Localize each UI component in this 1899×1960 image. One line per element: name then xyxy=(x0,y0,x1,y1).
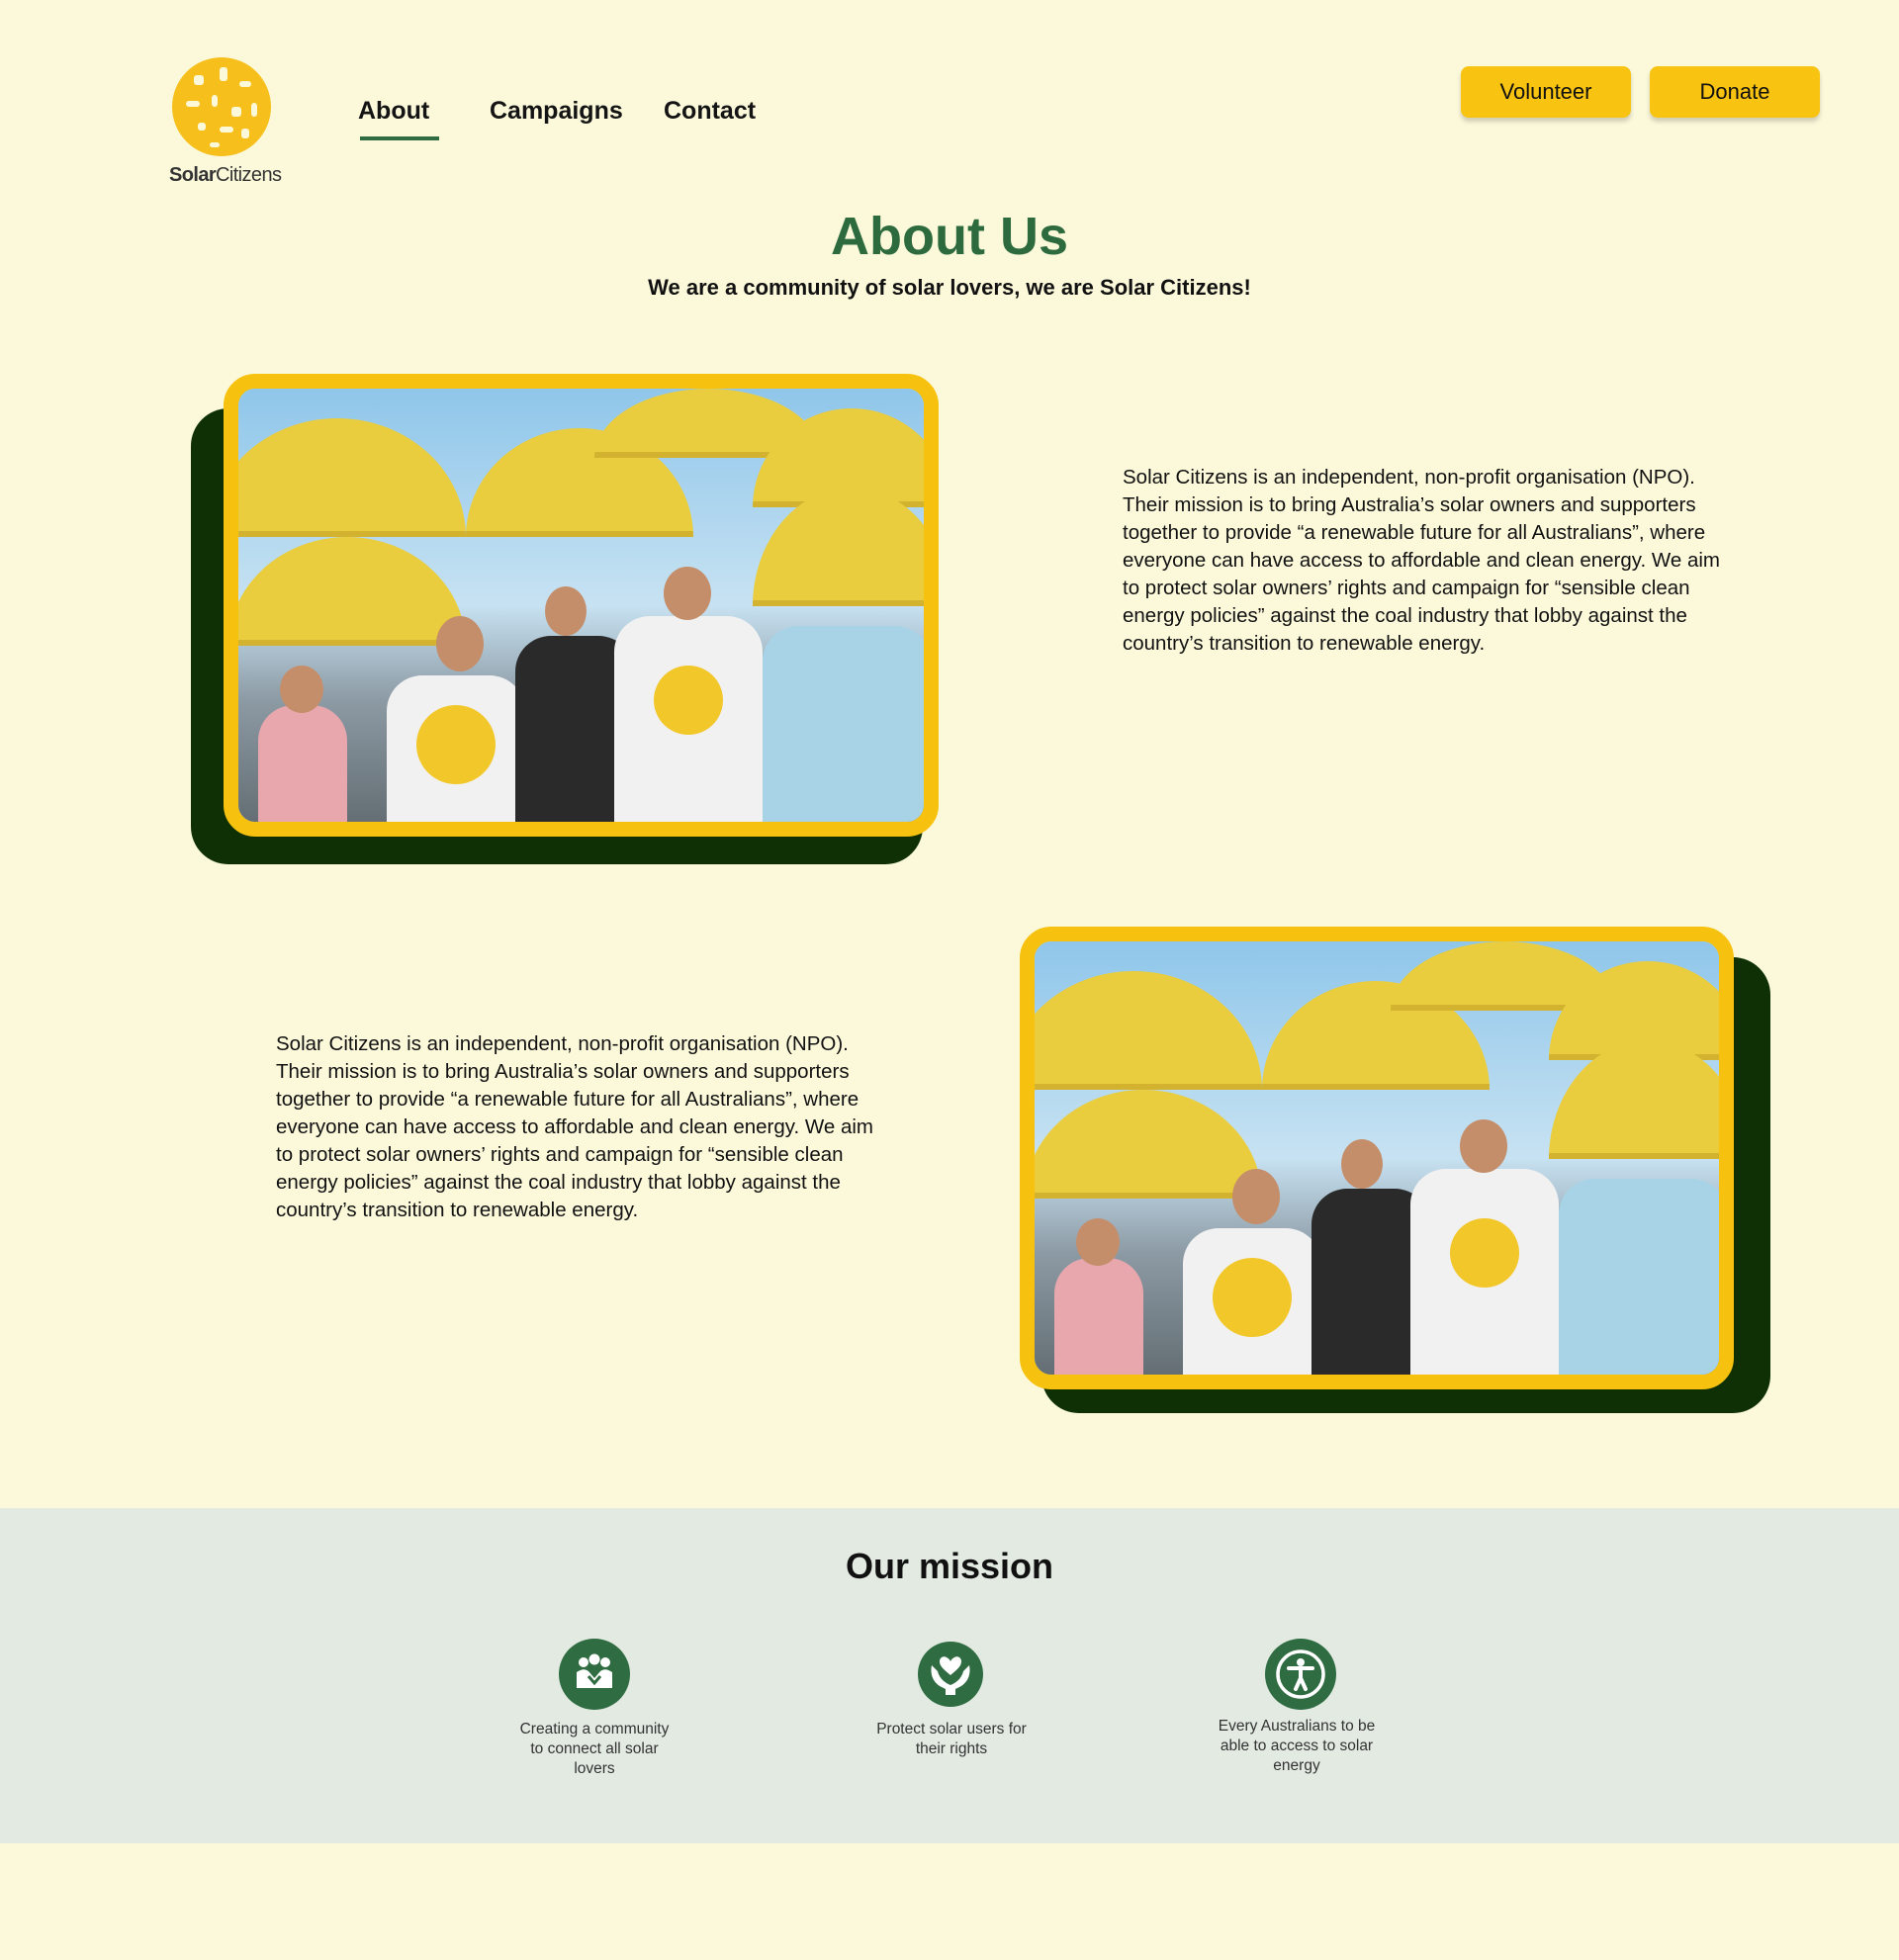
umbrella-crowd-photo xyxy=(1035,941,1719,1375)
volunteer-button[interactable]: Volunteer xyxy=(1461,66,1631,118)
feature-text-1: Solar Citizens is an independent, non-pr… xyxy=(1123,466,1720,655)
mission-item-protect: Protect solar users for their rights xyxy=(876,1721,1027,1757)
feature-photo-1 xyxy=(191,374,939,864)
feature-photo-2 xyxy=(1020,927,1770,1413)
page-subtitle: We are a community of solar lovers, we a… xyxy=(648,275,1251,300)
feature-text-2: Solar Citizens is an independent, non-pr… xyxy=(276,1032,873,1221)
mission-item-community: Creating a community to connect all sola… xyxy=(519,1721,670,1777)
umbrella-crowd-photo xyxy=(238,389,924,822)
sun-logo-icon xyxy=(172,57,271,156)
nav-contact[interactable]: Contact xyxy=(664,97,756,126)
mission-title: Our mission xyxy=(845,1546,1054,1586)
mission-item-access: Every Australians to be able to access t… xyxy=(1218,1718,1376,1774)
nav-campaigns[interactable]: Campaigns xyxy=(490,97,623,126)
nav-about[interactable]: About xyxy=(358,97,440,140)
accessibility-icon xyxy=(1265,1639,1336,1710)
photo-frame xyxy=(224,374,939,837)
community-icon xyxy=(559,1639,630,1710)
page-title: About Us xyxy=(831,207,1068,266)
logo-wordmark: SolarCitizens xyxy=(169,164,282,186)
donate-button[interactable]: Donate xyxy=(1650,66,1820,118)
photo-frame xyxy=(1020,927,1734,1389)
mission-section: Our mission Creating a community to conn… xyxy=(0,1508,1899,1843)
heart-hands-icon xyxy=(918,1642,983,1707)
solar-citizens-logo[interactable]: SolarCitizens xyxy=(166,57,282,186)
